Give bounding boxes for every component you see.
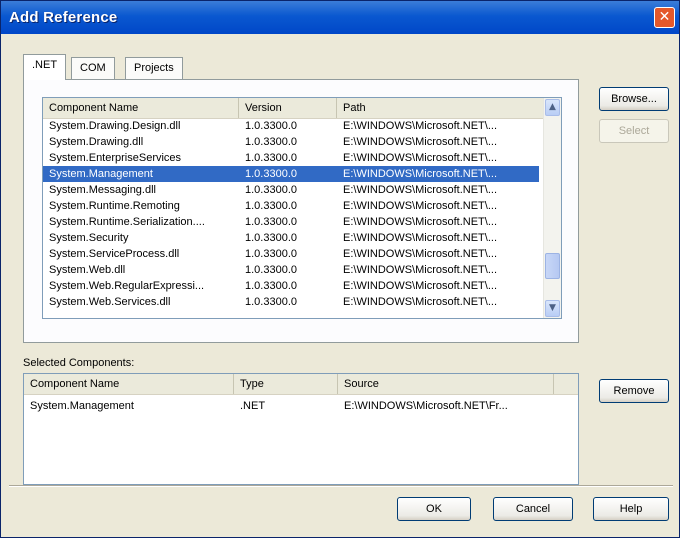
ok-button[interactable]: OK: [397, 497, 471, 521]
selected-row[interactable]: System.Management .NET E:\WINDOWS\Microsof…: [24, 398, 520, 414]
component-version-cell: 1.0.3300.0: [245, 152, 297, 164]
component-name-cell: System.Web.RegularExpressi...: [49, 280, 205, 292]
component-row[interactable]: System.Web.RegularExpressi... 1.0.3300.0 E…: [43, 278, 539, 294]
browse-button[interactable]: Browse...: [599, 87, 669, 111]
tab-dotnet[interactable]: .NET: [23, 54, 67, 80]
selected-components-label: Selected Components:: [23, 357, 135, 369]
component-name-cell: System.ServiceProcess.dll: [49, 248, 180, 260]
component-name-cell: System.Web.dll: [49, 264, 126, 276]
component-path-cell: E:\WINDOWS\Microsoft.NET\...: [343, 264, 498, 276]
add-reference-dialog: Add Reference ✕ .NET COM Projects Compon…: [0, 0, 680, 538]
component-version-cell: 1.0.3300.0: [245, 184, 297, 196]
cancel-button[interactable]: Cancel: [493, 497, 573, 521]
component-row[interactable]: System.Web.dll 1.0.3300.0 E:\WINDOWS\Micro…: [43, 262, 539, 278]
component-name-cell: System.Management: [49, 168, 153, 180]
component-row[interactable]: System.Drawing.dll 1.0.3300.0 E:\WINDOWS\M…: [43, 134, 539, 150]
component-name-cell: System.Drawing.Design.dll: [49, 120, 181, 132]
chevron-up-icon: ▲: [549, 102, 556, 112]
selected-name-cell: System.Management: [30, 400, 134, 412]
component-name-cell: System.Runtime.Serialization....: [49, 216, 205, 228]
column-header-source[interactable]: Source: [338, 374, 554, 394]
tab-projects[interactable]: Projects: [125, 57, 183, 79]
components-rows: System.Drawing.Design.dll 1.0.3300.0 E:\WI…: [43, 118, 539, 310]
component-row[interactable]: System.Messaging.dll 1.0.3300.0 E:\WINDOWS…: [43, 182, 539, 198]
component-path-cell: E:\WINDOWS\Microsoft.NET\...: [343, 216, 498, 228]
component-path-cell: E:\WINDOWS\Microsoft.NET\...: [343, 184, 498, 196]
scroll-up-button[interactable]: ▲: [545, 99, 560, 116]
component-version-cell: 1.0.3300.0: [245, 168, 297, 180]
component-version-cell: 1.0.3300.0: [245, 280, 297, 292]
scroll-down-button[interactable]: ▼: [545, 300, 560, 317]
component-path-cell: E:\WINDOWS\Microsoft.NET\...: [343, 280, 498, 292]
divider: [9, 485, 673, 487]
component-version-cell: 1.0.3300.0: [245, 232, 297, 244]
component-path-cell: E:\WINDOWS\Microsoft.NET\...: [343, 248, 498, 260]
chevron-down-icon: ▼: [549, 303, 556, 313]
column-header-version[interactable]: Version: [239, 98, 337, 118]
selected-list-header: Component Name Type Source: [24, 374, 578, 395]
scroll-thumb[interactable]: [545, 253, 560, 279]
component-name-cell: System.Web.Services.dll: [49, 296, 171, 308]
column-header-component-name[interactable]: Component Name: [24, 374, 234, 394]
component-row[interactable]: System.Web.Services.dll 1.0.3300.0 E:\WIND…: [43, 294, 539, 310]
dialog-title: Add Reference: [9, 9, 118, 26]
select-button[interactable]: Select: [599, 119, 669, 143]
tab-panel-dotnet: Component Name Version Path System.Drawi…: [23, 79, 579, 343]
tab-com[interactable]: COM: [71, 57, 115, 79]
component-path-cell: E:\WINDOWS\Microsoft.NET\...: [343, 120, 498, 132]
component-row[interactable]: System.Runtime.Remoting 1.0.3300.0 E:\WIND…: [43, 198, 539, 214]
selected-components-list[interactable]: Component Name Type Source System.Manage…: [23, 373, 579, 485]
remove-button[interactable]: Remove: [599, 379, 669, 403]
component-path-cell: E:\WINDOWS\Microsoft.NET\...: [343, 200, 498, 212]
components-scrollbar[interactable]: ▲ ▼: [543, 98, 561, 318]
component-path-cell: E:\WINDOWS\Microsoft.NET\...: [343, 168, 498, 180]
component-version-cell: 1.0.3300.0: [245, 296, 297, 308]
close-icon: ✕: [658, 9, 671, 25]
component-version-cell: 1.0.3300.0: [245, 136, 297, 148]
component-name-cell: System.Messaging.dll: [49, 184, 156, 196]
selected-rows: System.Management .NET E:\WINDOWS\Microsof…: [24, 398, 520, 414]
component-path-cell: E:\WINDOWS\Microsoft.NET\...: [343, 136, 498, 148]
selected-source-cell: E:\WINDOWS\Microsoft.NET\Fr...: [344, 400, 508, 412]
component-path-cell: E:\WINDOWS\Microsoft.NET\...: [343, 152, 498, 164]
title-bar[interactable]: Add Reference ✕: [1, 1, 679, 34]
component-row[interactable]: System.Security 1.0.3300.0 E:\WINDOWS\Micr…: [43, 230, 539, 246]
column-header-type[interactable]: Type: [234, 374, 338, 394]
components-list-header: Component Name Version Path: [43, 98, 561, 119]
components-list[interactable]: Component Name Version Path System.Drawi…: [42, 97, 562, 319]
help-button[interactable]: Help: [593, 497, 669, 521]
component-name-cell: System.Security: [49, 232, 129, 244]
component-row[interactable]: System.Drawing.Design.dll 1.0.3300.0 E:\WI…: [43, 118, 539, 134]
component-path-cell: E:\WINDOWS\Microsoft.NET\...: [343, 232, 498, 244]
component-version-cell: 1.0.3300.0: [245, 200, 297, 212]
component-name-cell: System.EnterpriseServices: [49, 152, 182, 164]
component-row[interactable]: System.Runtime.Serialization.... 1.0.3300…: [43, 214, 539, 230]
close-button[interactable]: ✕: [654, 7, 675, 28]
component-version-cell: 1.0.3300.0: [245, 120, 297, 132]
column-header-path[interactable]: Path: [337, 98, 545, 118]
component-version-cell: 1.0.3300.0: [245, 248, 297, 260]
component-name-cell: System.Drawing.dll: [49, 136, 144, 148]
component-row[interactable]: System.EnterpriseServices 1.0.3300.0 E:\WI…: [43, 150, 539, 166]
column-header-component-name[interactable]: Component Name: [43, 98, 239, 118]
selected-type-cell: .NET: [240, 400, 266, 412]
component-row[interactable]: System.Management 1.0.3300.0 E:\WINDOWS\Mi…: [43, 166, 539, 182]
component-row[interactable]: System.ServiceProcess.dll 1.0.3300.0 E:\WI…: [43, 246, 539, 262]
component-version-cell: 1.0.3300.0: [245, 216, 297, 228]
component-version-cell: 1.0.3300.0: [245, 264, 297, 276]
component-name-cell: System.Runtime.Remoting: [49, 200, 180, 212]
component-path-cell: E:\WINDOWS\Microsoft.NET\...: [343, 296, 498, 308]
